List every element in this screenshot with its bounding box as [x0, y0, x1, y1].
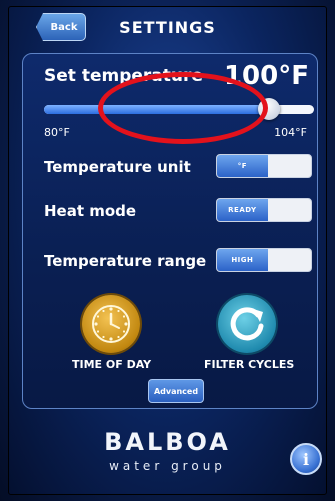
brand-logo: BALBOA — [104, 428, 231, 456]
temperature-unit-label: Temperature unit — [44, 158, 191, 176]
heat-mode-toggle-text: READY — [217, 199, 268, 221]
advanced-button[interactable]: Advanced — [148, 379, 204, 403]
slider-min-label: 80°F — [44, 126, 70, 139]
clock-face-graphic — [92, 305, 130, 343]
info-button[interactable]: i — [290, 443, 322, 475]
page-title: SETTINGS — [119, 18, 216, 37]
time-of-day-label: TIME OF DAY — [72, 358, 152, 371]
heat-mode-toggle[interactable]: READY — [216, 198, 312, 222]
filter-cycles-label: FILTER CYCLES — [204, 358, 295, 371]
brand-subtitle: water group — [109, 459, 226, 473]
temperature-unit-toggle-text: °F — [217, 155, 268, 177]
info-icon: i — [302, 449, 310, 469]
clock-icon[interactable] — [82, 295, 140, 353]
temperature-range-toggle[interactable]: HIGH — [216, 248, 312, 272]
filter-cycle-icon[interactable] — [218, 295, 276, 353]
temperature-range-toggle-text: HIGH — [217, 249, 268, 271]
slider-max-label: 104°F — [274, 126, 307, 139]
temperature-range-label: Temperature range — [44, 252, 207, 270]
cycle-arrows-graphic — [230, 307, 264, 341]
heat-mode-label: Heat mode — [44, 202, 137, 220]
highlight-annotation — [98, 72, 268, 144]
temperature-unit-toggle[interactable]: °F — [216, 154, 312, 178]
